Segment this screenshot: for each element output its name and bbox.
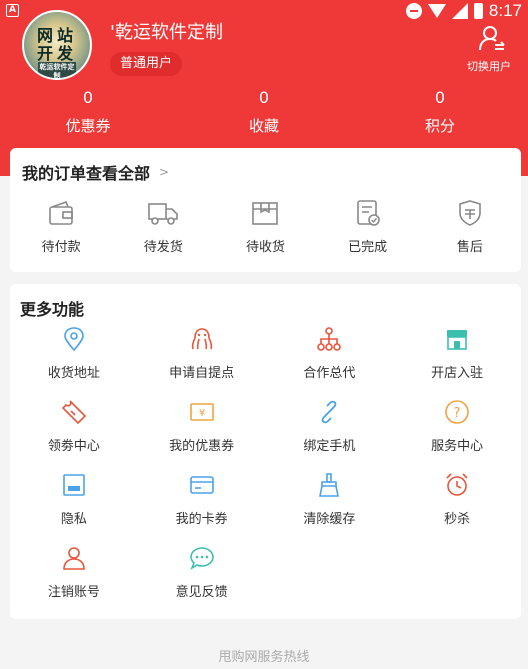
- func-apply-pickup[interactable]: 申请自提点: [138, 326, 266, 399]
- func-partner-agent[interactable]: 合作总代: [266, 326, 394, 399]
- func-coupon-center[interactable]: 领劵中心: [10, 399, 138, 472]
- order-label: 待收货: [245, 240, 285, 255]
- stat-value: 0: [258, 88, 270, 107]
- func-feedback[interactable]: 意见反馈: [138, 545, 266, 618]
- func-label: 合作总代: [303, 366, 356, 381]
- question-icon: ?: [445, 400, 469, 424]
- stat-coupons[interactable]: 0 优惠券: [0, 88, 176, 136]
- avatar-text-line2: 开发: [36, 44, 77, 63]
- func-label: 服务中心: [431, 439, 484, 454]
- stat-value: 0: [434, 88, 446, 107]
- func-label: 注销账号: [47, 585, 100, 600]
- broom-icon: [319, 473, 340, 497]
- do-not-disturb-icon: [405, 3, 422, 19]
- user-level-badge: 普通用户: [110, 52, 183, 76]
- order-completed[interactable]: 已完成: [317, 198, 419, 255]
- switch-user-icon: [479, 26, 505, 51]
- order-label: 售后: [456, 240, 483, 255]
- svg-text:?: ?: [454, 406, 461, 421]
- octopus-icon: [191, 328, 212, 350]
- more-functions-card: 更多功能 收货地址 申请自提点 合作总代 开店入驻 领劵中心 ¥ 我的优惠券 绑…: [10, 284, 521, 619]
- chat-icon: [189, 547, 214, 570]
- wallet-icon: [49, 200, 73, 225]
- func-label: 领劵中心: [47, 439, 100, 454]
- order-pending-payment[interactable]: 待付款: [10, 198, 112, 255]
- package-icon: [252, 202, 279, 225]
- status-icons: 8:17: [405, 0, 522, 22]
- stat-favorites[interactable]: 0 收藏: [176, 88, 352, 136]
- order-pending-receipt[interactable]: 待收货: [214, 198, 316, 255]
- func-label: 隐私: [60, 512, 87, 527]
- func-my-cards[interactable]: 我的卡券: [138, 472, 266, 545]
- username: '乾运软件定制: [110, 22, 223, 43]
- switch-user-label: 切换用户: [467, 60, 511, 73]
- stat-label: 收藏: [248, 117, 279, 135]
- order-label: 待发货: [143, 240, 183, 255]
- stat-label: 积分: [424, 117, 455, 135]
- svg-text:¥: ¥: [198, 408, 204, 419]
- location-icon: [64, 327, 84, 352]
- func-flash-sale[interactable]: 秒杀: [393, 472, 521, 545]
- func-bind-phone[interactable]: 绑定手机: [266, 399, 394, 472]
- func-label: 开店入驻: [431, 366, 484, 381]
- order-after-sales[interactable]: 售后: [419, 198, 521, 255]
- func-label: 申请自提点: [169, 366, 235, 381]
- checklist-icon: [356, 200, 380, 226]
- func-label: 我的卡券: [175, 512, 228, 527]
- func-label: 意见反馈: [175, 585, 228, 600]
- func-privacy[interactable]: 隐私: [10, 472, 138, 545]
- network-icon: [317, 327, 342, 351]
- avatar[interactable]: 网站 开发 乾运软件定制: [22, 10, 92, 80]
- truck-icon: [148, 203, 179, 225]
- stat-label: 优惠券: [65, 117, 111, 135]
- func-delete-account[interactable]: 注销账号: [10, 545, 138, 618]
- shield-icon: [459, 200, 481, 226]
- stat-points[interactable]: 0 积分: [352, 88, 528, 136]
- func-label: 收货地址: [47, 366, 100, 381]
- orders-title[interactable]: 我的订单查看全部: [22, 160, 150, 184]
- func-service-center[interactable]: ? 服务中心: [393, 399, 521, 472]
- func-clear-cache[interactable]: 清除缓存: [266, 472, 394, 545]
- func-label: 秒杀: [444, 512, 471, 527]
- privacy-icon: [63, 474, 85, 496]
- notification-a-icon: A: [6, 4, 19, 17]
- order-label: 已完成: [348, 240, 388, 255]
- chevron-right-icon[interactable]: >: [159, 165, 169, 179]
- order-pending-shipment[interactable]: 待发货: [112, 198, 214, 255]
- func-my-coupons[interactable]: ¥ 我的优惠券: [138, 399, 266, 472]
- order-label: 待付款: [41, 240, 81, 255]
- store-icon: [447, 330, 468, 350]
- avatar-text-line3: 乾运软件定制: [38, 62, 76, 80]
- stat-value: 0: [82, 88, 94, 107]
- signal-icon: [451, 3, 468, 19]
- ticket-icon: [61, 400, 87, 425]
- more-functions-title: 更多功能: [20, 300, 85, 319]
- card-icon: [189, 476, 214, 494]
- func-label: 绑定手机: [303, 439, 356, 454]
- wifi-icon: [427, 4, 446, 18]
- coupon-icon: ¥: [189, 403, 214, 421]
- status-time: 8:17: [488, 1, 522, 20]
- alarm-icon: [446, 473, 468, 496]
- user-icon: [63, 547, 85, 570]
- functions-grid: 收货地址 申请自提点 合作总代 开店入驻 领劵中心 ¥ 我的优惠券 绑定手机 ?…: [10, 326, 521, 618]
- func-shipping-address[interactable]: 收货地址: [10, 326, 138, 399]
- service-hotline[interactable]: 甩购网服务热线: [0, 646, 528, 665]
- orders-card: 我的订单查看全部 > 待付款 待发货 待收货 已完成 售后: [10, 148, 521, 272]
- func-open-store[interactable]: 开店入驻: [393, 326, 521, 399]
- switch-user-button[interactable]: 切换用户: [467, 24, 514, 74]
- link-icon: [321, 400, 337, 424]
- battery-icon: [473, 3, 483, 19]
- user-stats: 0 优惠券 0 收藏 0 积分: [0, 88, 528, 136]
- order-status-row: 待付款 待发货 待收货 已完成 售后: [10, 198, 521, 255]
- func-label: 我的优惠券: [169, 439, 235, 454]
- func-label: 清除缓存: [303, 512, 356, 527]
